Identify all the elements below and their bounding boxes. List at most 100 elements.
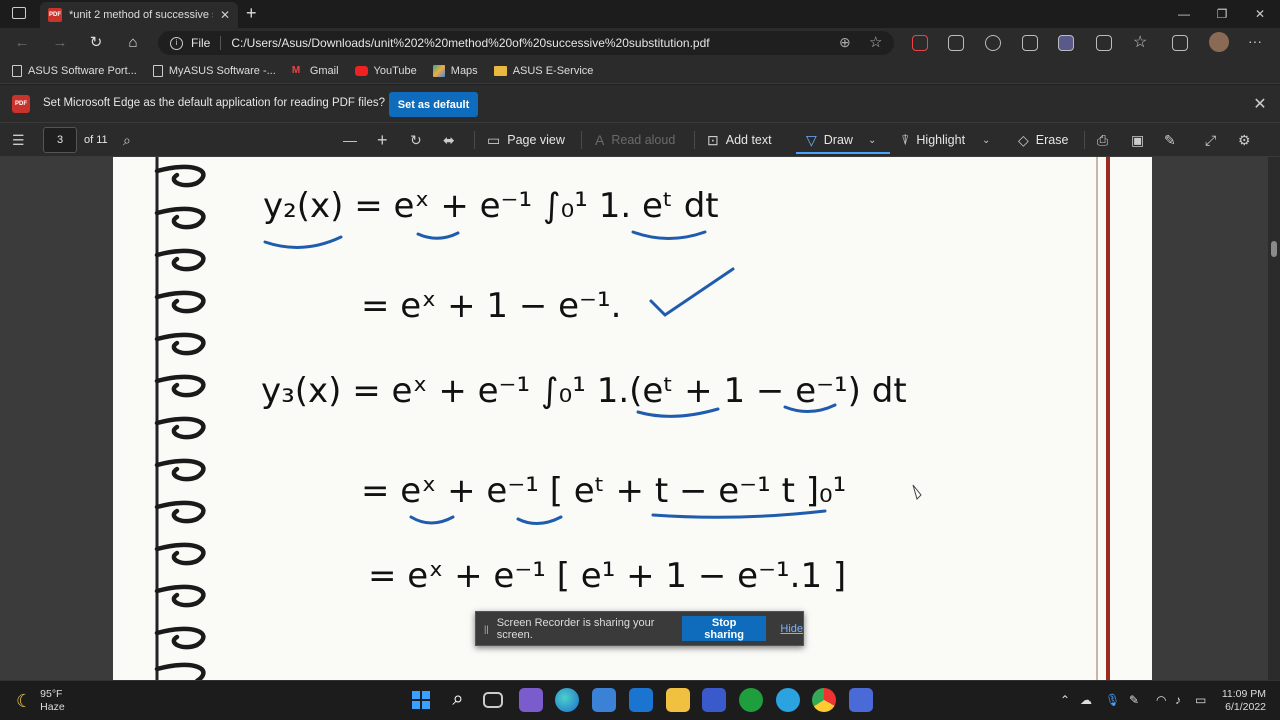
refresh-icon[interactable]: ↻ [84,32,108,54]
scrollbar[interactable] [1268,157,1280,680]
folder-icon [493,65,507,76]
home-icon[interactable]: ⌂ [121,32,145,54]
file-explorer-icon[interactable] [666,688,690,712]
url-text: C:/Users/Asus/Downloads/unit%202%20metho… [231,36,710,50]
bookmark-item[interactable]: MyASUS Software -... [152,64,276,77]
chevron-down-icon[interactable]: ⌄ [982,135,990,146]
chevron-up-icon[interactable]: ⌃ [1060,693,1070,707]
edge-icon[interactable] [555,688,579,712]
extension-icon[interactable] [912,35,928,51]
tab-actions-icon[interactable] [12,7,26,19]
new-tab-button[interactable]: + [246,3,257,24]
chrome-icon[interactable] [812,688,836,712]
extensions-icon[interactable] [1096,35,1112,51]
collections-icon[interactable] [1172,35,1188,51]
microphone-icon[interactable]: 🎙 [1105,693,1120,707]
forward-icon[interactable]: → [48,32,72,54]
infobar-close-icon[interactable]: ✕ [1250,94,1270,114]
scrollbar-thumb[interactable] [1271,241,1277,257]
highlight-button[interactable]: ⍒ Highlight ⌄ [901,123,990,157]
pdf-favicon-icon: PDF [48,8,62,22]
tab-title: *unit 2 method of successive sub [69,9,213,21]
bookmark-item[interactable]: YouTube [354,64,417,77]
save-as-icon[interactable]: ✎ [1164,123,1176,157]
close-window-button[interactable]: ✕ [1240,4,1280,24]
pdf-viewer[interactable]: y₂(x) = eˣ + e⁻¹ ∫₀¹ 1. eᵗ dt = eˣ + 1 −… [0,157,1280,680]
bookmark-item[interactable]: ASUS E-Service [493,65,593,77]
set-as-default-button[interactable]: Set as default [389,92,478,117]
page-number-input[interactable]: 3 [43,127,77,153]
zoom-icon[interactable]: ⊕ [839,34,851,51]
back-icon[interactable]: ← [10,32,34,54]
math-line: y₂(x) = eˣ + e⁻¹ ∫₀¹ 1. eᵗ dt [263,186,719,226]
zoom-out-button[interactable]: — [343,123,357,157]
tab-active[interactable]: PDF *unit 2 method of successive sub ✕ [40,2,238,28]
store-icon[interactable] [592,688,616,712]
start-icon[interactable] [409,688,433,712]
app-icon[interactable] [702,688,726,712]
contents-icon[interactable]: ☰ [12,123,25,157]
wifi-icon[interactable]: ◠ [1156,693,1166,707]
telegram-icon[interactable] [776,688,800,712]
search-icon[interactable]: ⌕ [123,123,131,157]
title-bar: PDF *unit 2 method of successive sub ✕ +… [0,0,1280,28]
erase-label: Erase [1035,133,1069,147]
extension-icon[interactable] [1022,35,1038,51]
page-view-button[interactable]: ▭ Page view [487,123,565,157]
clock[interactable]: 11:09 PM 6/1/2022 [1218,688,1266,714]
hide-link[interactable]: Hide [780,623,803,635]
minimize-button[interactable]: — [1164,4,1204,24]
add-text-button[interactable]: ⊡ Add text [707,123,772,157]
volume-icon[interactable]: ♪ [1175,693,1181,707]
url-field[interactable]: i File C:/Users/Asus/Downloads/unit%202%… [158,31,894,55]
youtube-icon [354,65,368,76]
settings-icon[interactable]: ⚙ [1238,123,1251,157]
screen-recorder-icon[interactable] [849,688,873,712]
more-menu-icon[interactable]: ··· [1248,33,1262,49]
page-view-label: Page view [507,133,565,147]
bookmark-item[interactable]: ASUS Software Port... [12,64,137,77]
extension-icon[interactable] [985,35,1001,51]
rotate-icon[interactable]: ↻ [410,123,422,157]
battery-icon[interactable]: ▭ [1195,693,1206,707]
bookmark-item[interactable]: M Gmail [292,65,339,77]
pen-icon[interactable]: ✎ [1129,693,1139,707]
drag-handle-icon[interactable]: || [484,624,489,634]
tab-close-icon[interactable]: ✕ [220,8,230,22]
weather-widget[interactable]: ☾ 95°F Haze [16,688,65,714]
math-line: = eˣ + e⁻¹ [ eᵗ + t − e⁻¹ t ]₀¹ [361,471,846,511]
favorites-icon[interactable]: ☆ [1133,32,1147,52]
fullscreen-icon[interactable]: ⤢ [1205,123,1216,157]
zoom-in-button[interactable]: + [377,123,388,157]
extension-icon[interactable] [1058,35,1074,51]
print-icon[interactable]: ⎙ [1097,123,1108,157]
mail-icon[interactable] [629,688,653,712]
read-aloud-button[interactable]: A Read aloud [595,123,675,157]
math-line: = eˣ + e⁻¹ [ e¹ + 1 − e⁻¹.1 ] [368,556,846,596]
save-icon[interactable]: ▣ [1131,123,1144,157]
draw-active-indicator [796,152,890,154]
teams-icon[interactable] [519,688,543,712]
bookmark-item[interactable]: Maps [432,64,478,77]
highlight-icon: ⍒ [901,131,910,148]
bookmark-label: YouTube [373,64,417,77]
fit-page-icon[interactable]: ⬌ [443,123,455,157]
favorite-add-icon[interactable]: ☆ [869,33,882,51]
erase-button[interactable]: ◇ Erase [1018,123,1068,157]
read-aloud-icon: A [595,132,605,148]
file-label: File [191,36,211,50]
info-icon[interactable]: i [170,36,183,50]
stop-sharing-button[interactable]: Stop sharing [681,616,767,641]
avatar[interactable] [1209,32,1229,52]
chevron-down-icon[interactable]: ⌄ [868,135,876,146]
xbox-icon[interactable] [739,688,763,712]
math-line: = eˣ + 1 − e⁻¹. [361,286,621,326]
search-icon[interactable]: ⌕ [446,688,470,712]
toolbar-divider [694,131,695,149]
draw-icon: ▽ [806,131,817,148]
task-view-icon[interactable] [483,692,503,708]
restore-button[interactable]: ❐ [1202,4,1242,24]
onedrive-icon[interactable]: ☁ [1080,693,1092,707]
extension-icon[interactable] [948,35,964,51]
weather-condition: Haze [40,701,65,713]
